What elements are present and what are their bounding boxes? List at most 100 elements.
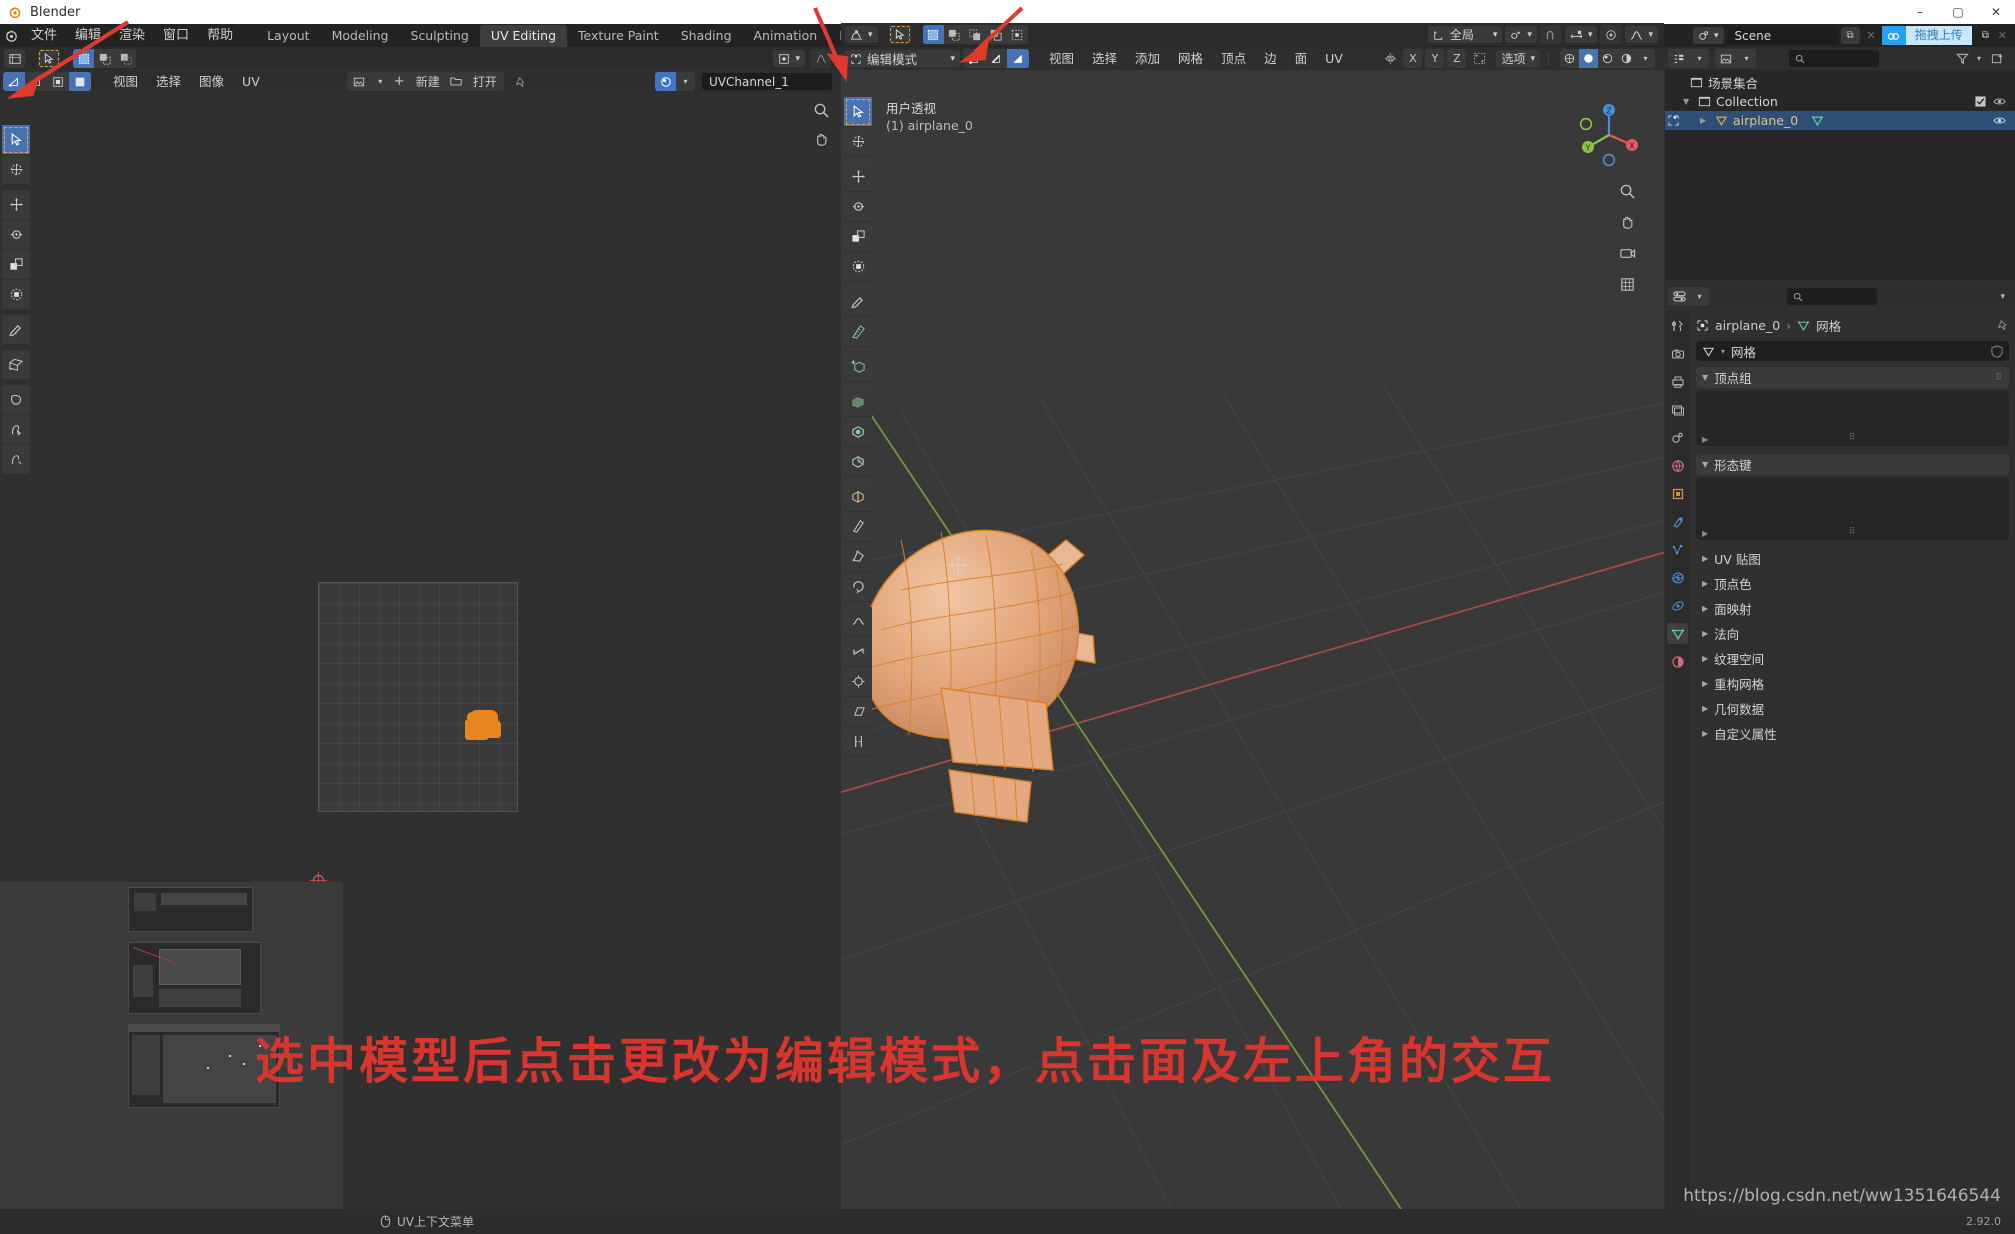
delete-viewlayer-icon[interactable]: ✕ [1998, 29, 2007, 42]
maximize-button[interactable]: ▢ [1939, 0, 1977, 24]
section-custom-properties[interactable]: ▶ 自定义属性 [1696, 723, 2009, 744]
chevron-down-icon[interactable]: ▾ [371, 72, 390, 91]
mirror-axis-y[interactable]: Y [1425, 49, 1444, 68]
scene-selector[interactable]: ▾ [1693, 27, 1724, 44]
annotate-tool-icon[interactable] [2, 315, 30, 345]
vertex-groups-list[interactable]: ▶ ⠿ [1696, 391, 2009, 446]
disclosure-triangle-icon[interactable]: ▶ [1700, 116, 1710, 125]
disclosure-triangle-icon[interactable]: ▶ [1702, 679, 1708, 688]
proportional-edit-icon[interactable] [810, 49, 831, 68]
zoom-icon[interactable] [1616, 180, 1638, 202]
section-shape-keys[interactable]: ▼ 形态键 [1696, 454, 2009, 475]
uv-menu-uv[interactable]: UV [233, 70, 269, 93]
uv-channel-name-field[interactable]: UVChannel_1 [702, 73, 832, 90]
uv-menu-view[interactable]: 视图 [104, 70, 147, 93]
tab-layout[interactable]: Layout [256, 25, 321, 47]
extend-select-icon[interactable] [944, 25, 965, 44]
shape-keys-list[interactable]: ▶ ⠿ [1696, 478, 2009, 540]
disclosure-triangle-icon[interactable]: ▶ [1702, 654, 1708, 663]
chevron-down-icon[interactable]: ▾ [1690, 287, 1709, 306]
cursor-tool-icon[interactable] [2, 155, 30, 185]
image-browse-icon[interactable] [347, 72, 371, 91]
view3d-menu-add[interactable]: 添加 [1126, 47, 1169, 70]
tweak-tool-icon[interactable] [2, 125, 30, 155]
view3d-menu-view[interactable]: 视图 [1040, 47, 1083, 70]
upload-badge[interactable]: 拖拽上传 [1882, 26, 1972, 45]
spin-icon[interactable] [844, 572, 872, 602]
physics-tab-icon[interactable] [1667, 567, 1688, 588]
tab-shading[interactable]: Shading [670, 25, 743, 47]
subtract-select-icon[interactable] [965, 25, 986, 44]
close-button[interactable]: ✕ [1977, 0, 2015, 24]
chevron-down-icon[interactable]: ▾ [1690, 49, 1709, 68]
rendered-shading-icon[interactable] [1617, 49, 1636, 68]
section-normals[interactable]: ▶ 法向 [1696, 623, 2009, 644]
properties-editor-icon[interactable] [1668, 287, 1690, 306]
chevron-down-icon[interactable]: ▾ [1721, 347, 1725, 356]
uv-snap-dropdown[interactable]: ▾ [773, 50, 805, 67]
section-uv-maps[interactable]: ▶ UV 贴图 [1696, 548, 2009, 569]
uv-island-icon[interactable] [69, 72, 91, 91]
section-texture-space[interactable]: ▶ 纹理空间 [1696, 648, 2009, 669]
chevron-down-icon[interactable]: ▾ [1737, 49, 1756, 68]
filter-id-icon[interactable] [1715, 49, 1737, 68]
section-vertex-groups[interactable]: ▼ 顶点组 ⠿ [1696, 367, 2009, 388]
move-tool-icon[interactable] [844, 162, 872, 192]
uv-edge-icon[interactable] [25, 72, 47, 91]
modifier-tab-icon[interactable] [1667, 511, 1688, 532]
properties-editor-type[interactable]: ▾ [1668, 287, 1709, 306]
wireframe-shading-icon[interactable] [1560, 49, 1579, 68]
open-image-button[interactable]: 打开 [466, 72, 504, 91]
folder-icon[interactable] [447, 72, 466, 91]
shrink-fatten-icon[interactable] [844, 667, 872, 697]
minimize-button[interactable]: – [1901, 0, 1939, 24]
object-restrict-icon[interactable] [1667, 114, 1680, 127]
camera-view-icon[interactable] [1616, 242, 1638, 264]
outliner-display-mode-icon[interactable] [1668, 49, 1690, 68]
set-select-icon[interactable] [923, 25, 944, 44]
extend-select-icon[interactable] [94, 49, 115, 68]
copy-scene-icon[interactable]: ⧉ [1841, 27, 1860, 44]
disclosure-triangle-icon[interactable]: ▼ [1683, 97, 1693, 106]
zoom-icon[interactable] [813, 102, 830, 119]
tweak-tool-icon[interactable] [844, 97, 872, 127]
eye-icon[interactable] [1993, 96, 2006, 107]
mirror-axis-z[interactable]: Z [1447, 49, 1466, 68]
tab-texture-paint[interactable]: Texture Paint [567, 25, 670, 47]
menu-window[interactable]: 窗口 [154, 24, 198, 47]
edge-select-icon[interactable] [985, 49, 1007, 68]
outliner-display-mode[interactable]: ▾ [1668, 49, 1709, 68]
tab-animation[interactable]: Animation [743, 25, 829, 47]
pan-hand-icon[interactable] [1616, 211, 1638, 233]
chevron-down-icon[interactable]: ▾ [1977, 54, 1981, 63]
scene-name-field[interactable]: Scene [1728, 27, 1838, 44]
move-tool-icon[interactable] [2, 190, 30, 220]
pivot-point-dropdown[interactable]: ▾ [1505, 26, 1537, 43]
grip-dots-icon[interactable]: ⠿ [1849, 527, 1857, 537]
scene-tab-icon[interactable] [1667, 427, 1688, 448]
material-shading-icon[interactable] [1598, 49, 1617, 68]
properties-search-input[interactable] [1787, 288, 1877, 305]
annotate-eraser-icon[interactable] [2, 415, 30, 445]
rotate-tool-icon[interactable] [844, 192, 872, 222]
disclosure-triangle-icon[interactable]: ▼ [1702, 460, 1708, 469]
view3d-menu-face[interactable]: 面 [1286, 47, 1317, 70]
cursor-tool-icon[interactable] [844, 127, 872, 157]
menu-render[interactable]: 渲染 [110, 24, 154, 47]
new-collection-icon[interactable] [1988, 50, 2007, 67]
section-geometry-data[interactable]: ▶ 几何数据 [1696, 698, 2009, 719]
grip-dots-icon[interactable]: ⠿ [1849, 433, 1857, 443]
expand-arrow-icon[interactable]: ▶ [1702, 435, 1708, 444]
uv-menu-image[interactable]: 图像 [190, 70, 233, 93]
grip-dots-icon[interactable]: ⠿ [1995, 373, 2003, 383]
breadcrumb-object-name[interactable]: airplane_0 [1715, 318, 1780, 333]
add-cube-tool-icon[interactable] [844, 352, 872, 382]
data-tab-icon[interactable] [1667, 623, 1688, 644]
pan-hand-icon[interactable] [813, 131, 830, 148]
new-image-plus-icon[interactable]: + [390, 72, 409, 91]
thumbnail-1[interactable] [128, 887, 253, 932]
uv-menu-select[interactable]: 选择 [147, 70, 190, 93]
eye-icon[interactable] [1993, 115, 2006, 126]
view-layer-tab-icon[interactable] [1667, 399, 1688, 420]
blender-logo-icon[interactable] [0, 28, 22, 43]
